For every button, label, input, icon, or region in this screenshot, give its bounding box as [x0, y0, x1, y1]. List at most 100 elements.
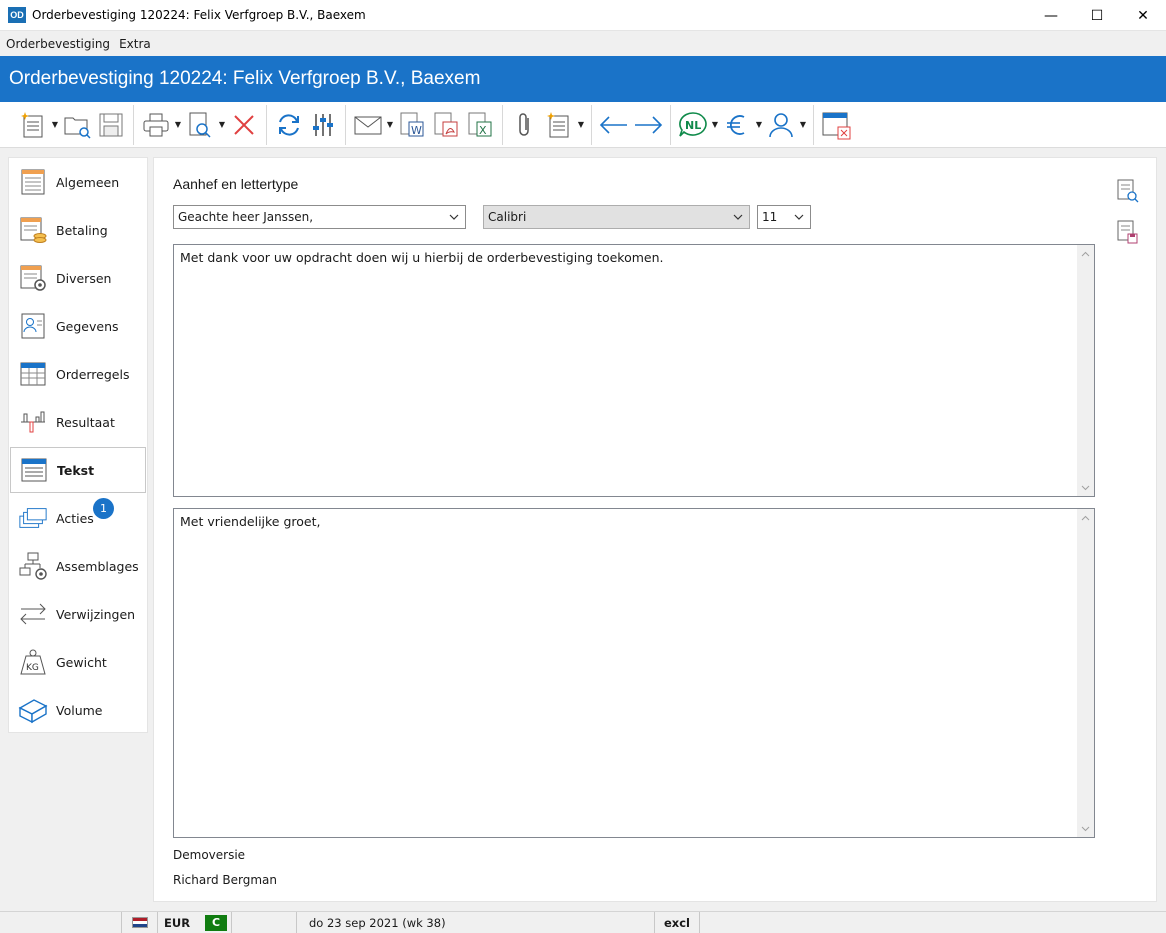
sidebar-item-volume[interactable]: Volume	[10, 687, 146, 733]
company-line: Demoversie	[173, 848, 246, 862]
settings-button[interactable]	[306, 108, 340, 142]
arrow-left-icon	[599, 115, 627, 134]
refresh-button[interactable]	[272, 108, 306, 142]
menu-orderbevestiging[interactable]: Orderbevestiging	[6, 37, 110, 51]
section-title: Aanhef en lettertype	[173, 176, 299, 192]
save-button[interactable]	[94, 108, 128, 142]
sidebar-item-label: Betaling	[56, 222, 108, 238]
preview-text-button[interactable]	[1116, 178, 1140, 204]
close-window-icon	[822, 112, 851, 139]
preview-dropdown[interactable]: ▼	[217, 108, 227, 142]
new-document-button[interactable]	[16, 108, 50, 142]
export-pdf-button[interactable]	[429, 108, 463, 142]
weight-icon: KG	[18, 647, 48, 677]
sidebar-item-assemblages[interactable]: Assemblages	[10, 543, 146, 589]
sidebar-item-acties[interactable]: Acties 1	[10, 495, 146, 541]
app-logo-icon: OD	[8, 7, 26, 23]
export-excel-button[interactable]: X	[463, 108, 497, 142]
sidebar-item-label: Assemblages	[56, 558, 139, 574]
relation-button[interactable]	[764, 108, 798, 142]
chevron-down-icon	[449, 214, 459, 220]
status-spacer	[0, 911, 122, 933]
email-dropdown[interactable]: ▼	[385, 108, 395, 142]
toolbar-separator	[813, 104, 814, 145]
close-button[interactable]: ✕	[1120, 0, 1166, 31]
signature-line: Richard Bergman	[173, 873, 277, 887]
sidebar: Algemeen Betaling Diversen Gegevens Orde…	[8, 157, 148, 733]
open-search-icon	[64, 117, 91, 139]
sidebar-item-tekst[interactable]: Tekst	[10, 447, 146, 493]
toolbar-separator	[502, 104, 503, 145]
sidebar-item-label: Acties	[56, 510, 94, 526]
maximize-button[interactable]: ☐	[1074, 0, 1120, 31]
envelope-icon	[354, 116, 382, 134]
paperclip-icon	[519, 112, 529, 136]
currency-dropdown[interactable]: ▼	[754, 108, 764, 142]
sidebar-item-algemeen[interactable]: Algemeen	[10, 159, 146, 205]
sidebar-item-diversen[interactable]: Diversen	[10, 255, 146, 301]
new-document-dropdown[interactable]: ▼	[50, 108, 60, 142]
toolbar-separator	[266, 104, 267, 145]
svg-text:X: X	[479, 124, 487, 137]
scroll-up-icon[interactable]	[1077, 509, 1094, 526]
next-button[interactable]	[631, 108, 665, 142]
font-value: Calibri	[488, 210, 527, 224]
sidebar-item-resultaat[interactable]: Resultaat	[10, 399, 146, 445]
refresh-icon	[279, 113, 299, 136]
document-save-icon	[1117, 220, 1138, 244]
c-status: C	[202, 911, 232, 933]
sidebar-item-label: Tekst	[57, 462, 95, 478]
email-button[interactable]	[351, 108, 385, 142]
sidebar-item-gewicht[interactable]: KG Gewicht	[10, 639, 146, 685]
sidebar-item-betaling[interactable]: Betaling	[10, 207, 146, 253]
scroll-down-icon[interactable]	[1077, 820, 1094, 837]
form-icon	[18, 167, 48, 197]
print-dropdown[interactable]: ▼	[173, 108, 183, 142]
save-text-button[interactable]	[1116, 219, 1140, 245]
language-icon: NL	[679, 111, 707, 137]
closing-text-area[interactable]: Met vriendelijke groet,	[173, 508, 1095, 838]
sidebar-item-orderregels[interactable]: Orderregels	[10, 351, 146, 397]
sidebar-item-label: Volume	[56, 702, 103, 718]
sidebar-item-label: Verwijzingen	[56, 606, 136, 622]
new-text-dropdown[interactable]: ▼	[576, 108, 586, 142]
sidebar-item-gegevens[interactable]: Gegevens	[10, 303, 146, 349]
printer-icon	[143, 113, 169, 136]
page-title: Orderbevestiging 120224: Felix Verfgroep…	[0, 56, 1166, 102]
euro-icon	[727, 114, 745, 135]
minimize-button[interactable]: —	[1028, 0, 1074, 31]
font-size-select[interactable]: 11	[757, 205, 811, 229]
relation-dropdown[interactable]: ▼	[798, 108, 808, 142]
delete-button[interactable]	[227, 108, 261, 142]
box-icon	[18, 695, 48, 725]
scroll-up-icon[interactable]	[1077, 245, 1094, 262]
toolbar-separator	[670, 104, 671, 145]
salutation-select[interactable]: Geachte heer Janssen,	[173, 205, 466, 229]
language-dropdown[interactable]: ▼	[710, 108, 720, 142]
attachment-button[interactable]	[508, 108, 542, 142]
font-select[interactable]: Calibri	[483, 205, 750, 229]
scrollbar[interactable]	[1077, 509, 1094, 837]
chevron-down-icon	[733, 214, 743, 220]
new-text-button[interactable]	[542, 108, 576, 142]
sidebar-item-verwijzingen[interactable]: Verwijzingen	[10, 591, 146, 637]
intro-text-area[interactable]: Met dank voor uw opdracht doen wij u hie…	[173, 244, 1095, 497]
currency-button[interactable]	[720, 108, 754, 142]
font-size-value: 11	[762, 210, 778, 224]
previous-button[interactable]	[597, 108, 631, 142]
salutation-value: Geachte heer Janssen,	[178, 210, 314, 224]
export-word-button[interactable]: W	[395, 108, 429, 142]
dutch-flag-icon	[131, 917, 148, 928]
payment-icon	[18, 215, 48, 245]
scrollbar[interactable]	[1077, 245, 1094, 496]
print-button[interactable]	[139, 108, 173, 142]
window-title-bar: OD Orderbevestiging 120224: Felix Verfgr…	[0, 0, 1166, 31]
menu-extra[interactable]: Extra	[119, 37, 151, 51]
pdf-export-icon	[434, 112, 458, 136]
scroll-down-icon[interactable]	[1077, 479, 1094, 496]
open-button[interactable]	[60, 108, 94, 142]
preview-button[interactable]	[183, 108, 217, 142]
table-icon	[18, 359, 48, 389]
close-window-button[interactable]	[819, 108, 853, 142]
language-button[interactable]: NL	[676, 108, 710, 142]
